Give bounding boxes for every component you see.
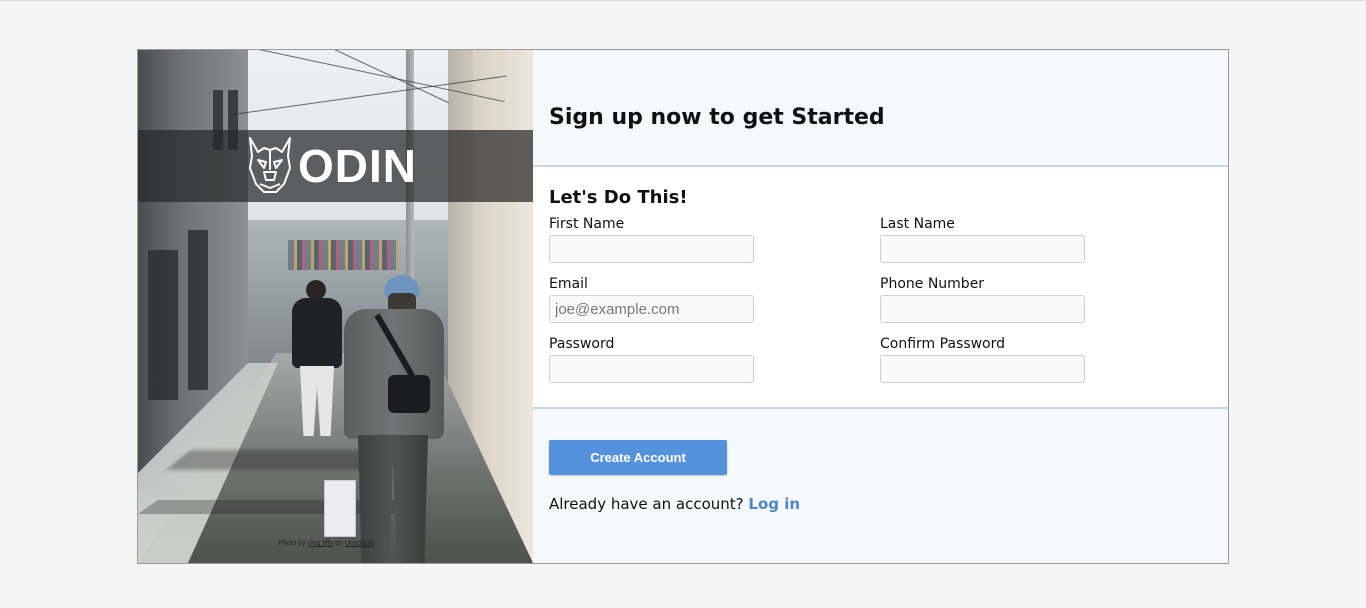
photo-site-link[interactable]: Unsplash xyxy=(345,540,374,547)
page-top-border xyxy=(0,0,1366,1)
brand-banner: ODIN xyxy=(138,130,533,202)
hero-image: ODIN Photo by vlog tiffv on Unsplash xyxy=(138,50,533,563)
password-group: Password xyxy=(549,335,754,383)
confirm-password-group: Confirm Password xyxy=(880,335,1085,383)
phone-input[interactable] xyxy=(880,295,1085,323)
first-name-input[interactable] xyxy=(549,235,754,263)
odin-logo-icon xyxy=(249,137,291,193)
pedestrian xyxy=(324,275,446,563)
email-input[interactable] xyxy=(549,295,754,323)
signup-footer: Create Account Already have an account? … xyxy=(533,409,1228,563)
first-name-group: First Name xyxy=(549,215,754,263)
login-link[interactable]: Log in xyxy=(748,495,800,513)
login-prompt: Already have an account? Log in xyxy=(549,495,800,513)
signup-panel: Sign up now to get Started Let's Do This… xyxy=(533,50,1228,563)
email-label: Email xyxy=(549,276,588,292)
signup-header: Sign up now to get Started xyxy=(533,50,1228,167)
photo-author-link[interactable]: vlog tiffv xyxy=(308,540,334,547)
first-name-label: First Name xyxy=(549,216,625,232)
signup-form: Let's Do This! First Name Last Name Emai… xyxy=(533,167,1228,409)
signup-card: ODIN Photo by vlog tiffv on Unsplash Sig… xyxy=(137,49,1229,564)
confirm-password-label: Confirm Password xyxy=(880,336,1006,352)
login-prompt-text: Already have an account? xyxy=(549,495,744,513)
password-input[interactable] xyxy=(549,355,754,383)
email-group: Email xyxy=(549,275,754,323)
phone-label: Phone Number xyxy=(880,276,985,292)
phone-group: Phone Number xyxy=(880,275,1085,323)
last-name-group: Last Name xyxy=(880,215,1085,263)
create-account-button[interactable]: Create Account xyxy=(549,440,727,475)
photo-credit: Photo by vlog tiffv on Unsplash xyxy=(278,540,375,547)
form-title: Let's Do This! xyxy=(549,187,688,208)
last-name-label: Last Name xyxy=(880,216,955,232)
password-label: Password xyxy=(549,336,615,352)
brand-name: ODIN xyxy=(298,140,417,192)
confirm-password-input[interactable] xyxy=(880,355,1085,383)
page-title: Sign up now to get Started xyxy=(549,105,885,130)
last-name-input[interactable] xyxy=(880,235,1085,263)
